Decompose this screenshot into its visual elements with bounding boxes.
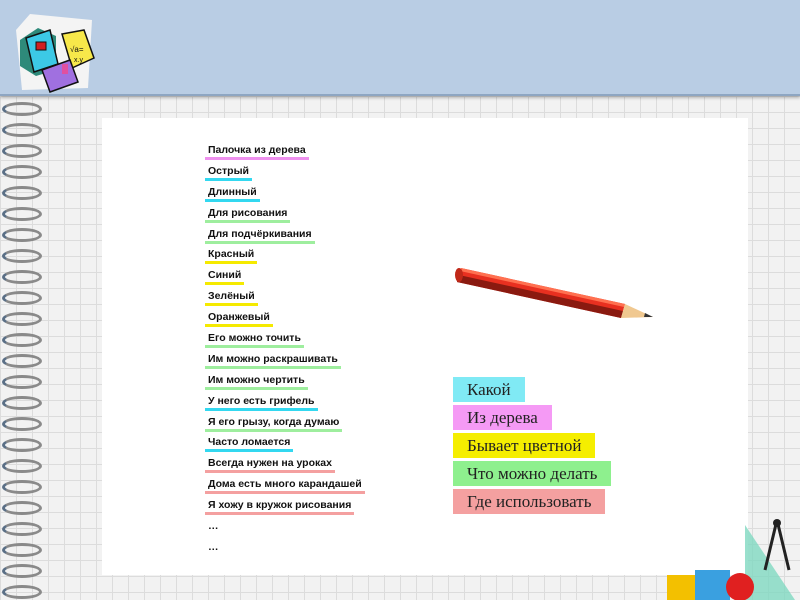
spiral-ring: [2, 543, 42, 557]
spiral-ring: [2, 438, 42, 452]
list-item-text: Острый: [205, 165, 252, 181]
spiral-ring: [2, 102, 42, 116]
list-item-text: Для рисования: [205, 207, 291, 223]
spiral-ring: [2, 249, 42, 263]
header-band: √a= x.y: [0, 0, 800, 96]
list-item-text: …: [208, 540, 219, 553]
list-item: Красный: [205, 248, 365, 269]
svg-text:x.y: x.y: [74, 57, 83, 64]
svg-text:√a=: √a=: [70, 45, 84, 54]
spiral-ring: [2, 228, 42, 242]
spiral-ring: [2, 417, 42, 431]
geometry-tools-clipart-icon: [667, 519, 795, 600]
list-item: Я хожу в кружок рисования: [205, 499, 365, 520]
spiral-ring: [2, 459, 42, 473]
list-item: У него есть грифель: [205, 395, 365, 416]
spiral-ring: [2, 501, 42, 515]
spiral-ring: [2, 585, 42, 599]
category-box: Из дерева: [453, 405, 552, 430]
category-box: Какой: [453, 377, 525, 402]
list-item-text: Зелёный: [205, 290, 258, 307]
spiral-ring: [2, 186, 42, 200]
list-item-text: У него есть грифель: [205, 395, 318, 411]
spiral-ring: [2, 123, 42, 137]
category-box: Где использовать: [453, 489, 606, 514]
list-item-text: Оранжевый: [205, 311, 273, 328]
list-item: Им можно чертить: [205, 374, 365, 395]
list-item-text: Его можно точить: [205, 332, 304, 349]
spiral-ring: [2, 291, 42, 305]
list-item: Длинный: [205, 186, 365, 207]
list-item: Часто ломается: [205, 436, 365, 457]
list-item-text: Синий: [205, 269, 245, 286]
list-item-text: Дома есть много карандашей: [205, 478, 365, 495]
list-item: …: [205, 520, 365, 541]
spiral-ring: [2, 396, 42, 410]
category-box: Бывает цветной: [453, 433, 596, 458]
list-item: Им можно раскрашивать: [205, 353, 365, 374]
school-supplies-clipart-icon: √a= x.y: [16, 14, 95, 93]
list-item-text: Всегда нужен на уроках: [205, 457, 335, 474]
list-item-text: Для подчёркивания: [205, 228, 315, 244]
list-item-text: Длинный: [205, 186, 260, 202]
list-item: Оранжевый: [205, 311, 365, 332]
spiral-ring: [2, 207, 42, 221]
list-item-text: …: [208, 520, 219, 533]
slide-panel: [102, 118, 748, 575]
list-item: Всегда нужен на уроках: [205, 457, 365, 478]
pencil-icon: [455, 268, 653, 318]
list-item: Острый: [205, 165, 365, 186]
spiral-ring: [2, 375, 42, 389]
list-item-text: Им можно чертить: [205, 374, 308, 390]
list-item: Дома есть много карандашей: [205, 478, 365, 499]
word-list: Палочка из дерева Острый Длинный Для рисова…: [205, 144, 365, 562]
list-item-text: Я хожу в кружок рисования: [205, 499, 355, 516]
list-item: Для рисования: [205, 207, 365, 228]
list-item-text: Часто ломается: [205, 436, 294, 453]
spiral-ring: [2, 354, 42, 368]
category-box: Что можно делать: [453, 461, 612, 486]
list-item: Его можно точить: [205, 332, 365, 353]
spiral-ring: [2, 165, 42, 179]
spiral-ring: [2, 333, 42, 347]
list-item: Для подчёркивания: [205, 228, 365, 249]
list-item-text: Палочка из дерева: [205, 144, 309, 160]
list-item: …: [205, 541, 365, 562]
list-item-text: Красный: [205, 248, 258, 265]
list-item-text: Им можно раскрашивать: [205, 353, 341, 369]
list-item: Я его грызу, когда думаю: [205, 416, 365, 437]
spiral-ring: [2, 564, 42, 578]
list-item-text: Я его грызу, когда думаю: [205, 416, 343, 432]
spiral-ring: [2, 144, 42, 158]
list-item: Палочка из дерева: [205, 144, 365, 165]
spiral-ring: [2, 270, 42, 284]
spiral-ring: [2, 480, 42, 494]
list-item: Зелёный: [205, 290, 365, 311]
spiral-ring: [2, 312, 42, 326]
list-item: Синий: [205, 269, 365, 290]
notebook-spiral: [0, 96, 48, 600]
spiral-ring: [2, 522, 42, 536]
